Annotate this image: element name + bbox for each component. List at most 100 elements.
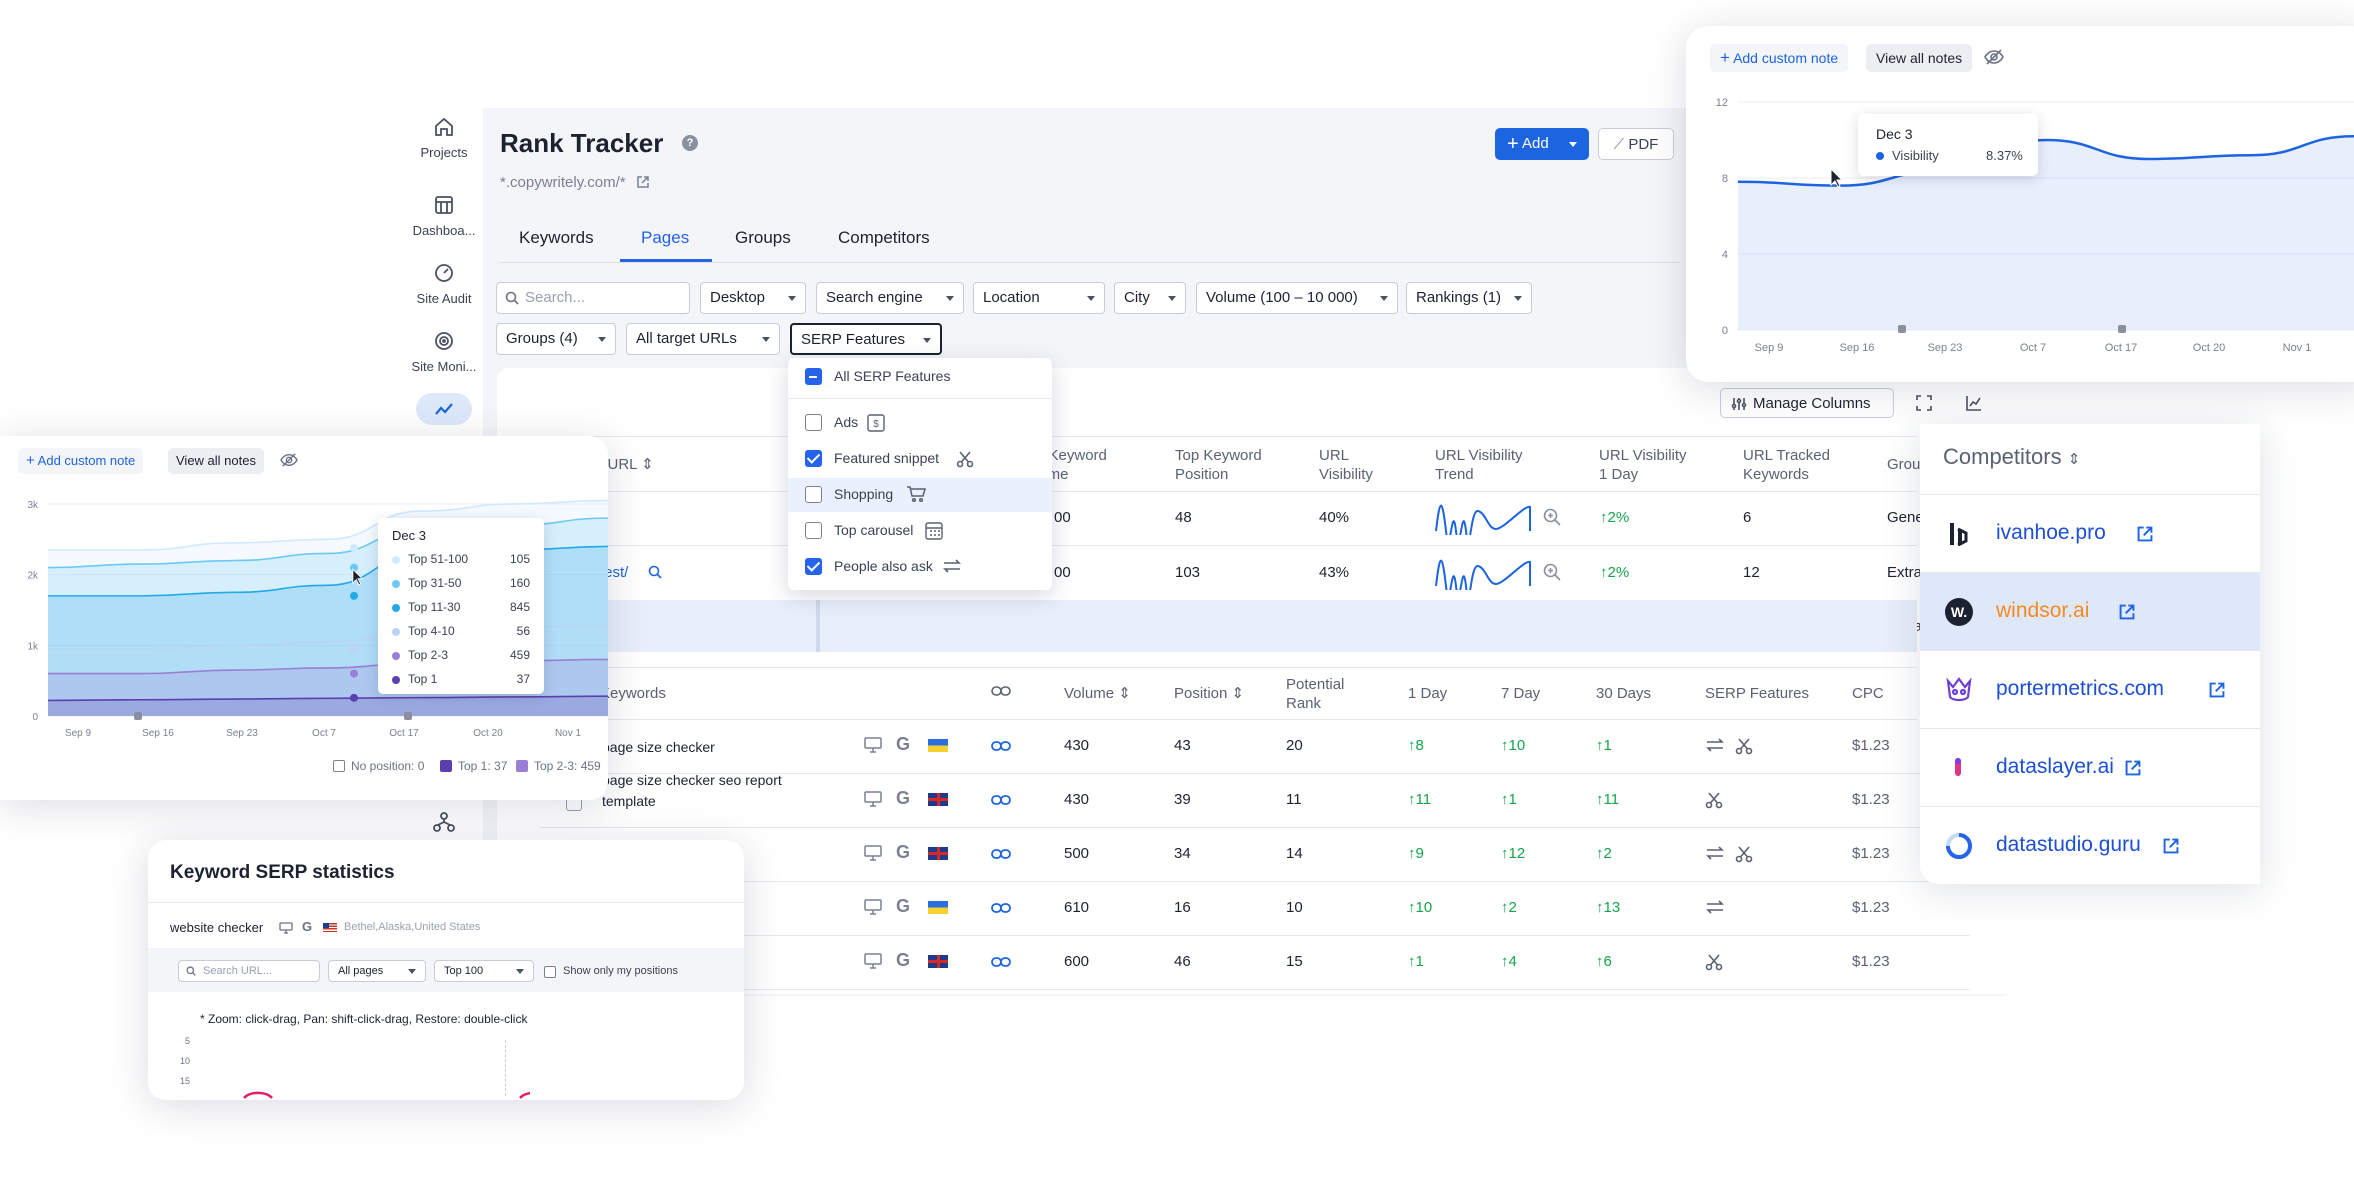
link-icon[interactable] (991, 847, 1011, 866)
col-url[interactable]: l URL ⇕ (600, 455, 654, 474)
add-custom-note-button[interactable]: + Add custom note (18, 448, 144, 474)
location-dropdown[interactable]: Location (973, 282, 1105, 314)
target-urls-dropdown[interactable]: All target URLs (626, 323, 780, 355)
eye-off-icon[interactable] (1984, 48, 2004, 66)
view-all-notes-button[interactable]: View all notes (168, 448, 264, 474)
hover-point[interactable] (350, 543, 358, 552)
external-link-icon[interactable] (2162, 837, 2180, 860)
serp-option-label[interactable]: People also ask (834, 558, 933, 574)
note-marker[interactable] (404, 712, 412, 720)
serp-position-chart[interactable] (230, 1086, 530, 1100)
col-top-kw-position[interactable]: Top Keyword Position (1175, 446, 1262, 484)
col-tracked-keywords[interactable]: URL Tracked Keywords (1743, 446, 1830, 484)
competitor-row[interactable]: ivanhoe.pro (1920, 494, 2260, 572)
sidebar-item-site-audit[interactable]: Site Audit (405, 261, 483, 306)
note-marker[interactable] (1898, 325, 1906, 333)
fullscreen-icon[interactable] (1916, 395, 1932, 411)
rankings-dropdown[interactable]: Rankings (1) (1406, 282, 1532, 314)
chart-icon[interactable] (1966, 395, 1982, 411)
eye-off-icon[interactable] (280, 452, 298, 468)
serp-option-label[interactable]: Shopping (834, 486, 893, 502)
sidebar-item-rank-tracker[interactable] (416, 393, 472, 425)
serp-option-label[interactable]: Top carousel (834, 522, 913, 538)
competitor-row[interactable]: dataslayer.ai (1920, 728, 2260, 806)
top-dropdown[interactable]: Top 100 (434, 960, 534, 982)
link-icon[interactable] (991, 793, 1011, 812)
zoom-in-icon[interactable] (1543, 508, 1561, 531)
col-serp-features[interactable]: SERP Features (1705, 684, 1809, 703)
volume-dropdown[interactable]: Volume (100 – 10 000) (1196, 282, 1398, 314)
external-link-icon[interactable] (2208, 681, 2226, 704)
external-link-icon[interactable] (2136, 525, 2154, 548)
engine-dropdown[interactable]: Search engine (816, 282, 964, 314)
all-serp-label[interactable]: All SERP Features (834, 368, 950, 384)
col-volume[interactable]: Volume ⇕ (1064, 684, 1131, 703)
hover-point[interactable] (350, 669, 358, 678)
col-position[interactable]: Position ⇕ (1174, 684, 1244, 703)
competitor-row[interactable]: datastudio.guru (1920, 806, 2260, 884)
competitor-name[interactable]: portermetrics.com (1996, 677, 2164, 701)
legend-no-position-checkbox[interactable] (333, 760, 345, 772)
competitor-row[interactable]: portermetrics.com (1920, 650, 2260, 728)
tab-groups[interactable]: Groups (735, 228, 791, 248)
link-icon[interactable] (991, 955, 1011, 974)
col-30days[interactable]: 30 Days (1596, 684, 1651, 703)
link-icon[interactable] (991, 901, 1011, 920)
note-marker[interactable] (134, 712, 142, 720)
add-custom-note-button[interactable]: + Add custom note (1710, 44, 1849, 72)
legend-top1-checkbox[interactable] (440, 760, 452, 772)
competitors-title[interactable]: Competitors ⇕ (1943, 444, 2080, 470)
col-visibility-1day[interactable]: URL Visibility 1 Day (1599, 446, 1687, 484)
hierarchy-icon[interactable] (433, 811, 455, 833)
link-icon[interactable] (991, 684, 1011, 698)
sidebar-item-projects[interactable]: Projects (405, 115, 483, 160)
view-all-notes-button[interactable]: View all notes (1866, 44, 1973, 72)
serp-option-label[interactable]: Ads (834, 414, 858, 430)
search-input[interactable]: Search... (496, 282, 690, 314)
groups-dropdown[interactable]: Groups (4) (496, 323, 616, 355)
zoom-in-icon[interactable] (1543, 563, 1561, 586)
all-serp-checkbox[interactable] (805, 368, 822, 385)
competitor-name[interactable]: windsor.ai (1996, 599, 2089, 623)
serp-option-label[interactable]: Featured snippet (834, 450, 939, 466)
competitor-name[interactable]: datastudio.guru (1996, 833, 2141, 857)
col-group[interactable]: Grou (1887, 455, 1920, 474)
pages-dropdown[interactable]: All pages (328, 960, 426, 982)
external-link-icon[interactable] (2118, 603, 2136, 626)
competitor-name[interactable]: ivanhoe.pro (1996, 521, 2106, 545)
serp-option-checkbox[interactable] (805, 522, 822, 539)
col-potential-rank[interactable]: Potential Rank (1286, 675, 1344, 713)
serp-option-checkbox[interactable] (805, 414, 822, 431)
city-dropdown[interactable]: City (1114, 282, 1186, 314)
hover-point[interactable] (350, 693, 358, 702)
serp-features-dropdown[interactable]: SERP Features (790, 323, 942, 355)
pdf-button[interactable]: ⟋ PDF (1598, 128, 1674, 160)
col-cpc[interactable]: CPC (1852, 684, 1884, 703)
tab-competitors[interactable]: Competitors (838, 228, 930, 248)
sidebar-item-site-monitoring[interactable]: Site Moni... (405, 329, 483, 374)
search-icon[interactable] (648, 565, 662, 584)
competitor-name[interactable]: dataslayer.ai (1996, 755, 2114, 779)
hover-point[interactable] (350, 644, 358, 653)
sidebar-item-dashboard[interactable]: Dashboa... (405, 193, 483, 238)
help-icon[interactable]: ? (682, 135, 698, 151)
col-keywords[interactable]: Keywords (600, 684, 666, 703)
manage-columns-button[interactable]: Manage Columns (1720, 388, 1894, 418)
show-only-mine-label[interactable]: Show only my positions (563, 965, 678, 977)
col-1day[interactable]: 1 Day (1408, 684, 1447, 703)
competitor-row[interactable]: W. windsor.ai (1920, 572, 2260, 650)
serp-option-checkbox[interactable] (805, 486, 822, 503)
serp-option-checkbox[interactable] (805, 558, 822, 575)
external-link-icon[interactable] (2124, 759, 2142, 782)
external-link-icon[interactable] (636, 175, 650, 189)
serp-option-checkbox[interactable] (805, 450, 822, 467)
show-only-mine-checkbox[interactable] (544, 966, 556, 978)
legend-top23-checkbox[interactable] (516, 760, 528, 772)
tab-pages[interactable]: Pages (641, 228, 689, 248)
tab-keywords[interactable]: Keywords (519, 228, 594, 248)
add-button[interactable]: + Add (1495, 128, 1589, 160)
col-url-visibility[interactable]: URL Visibility (1319, 446, 1373, 484)
col-7day[interactable]: 7 Day (1501, 684, 1540, 703)
hover-point[interactable] (350, 591, 358, 600)
note-marker[interactable] (2118, 325, 2126, 333)
